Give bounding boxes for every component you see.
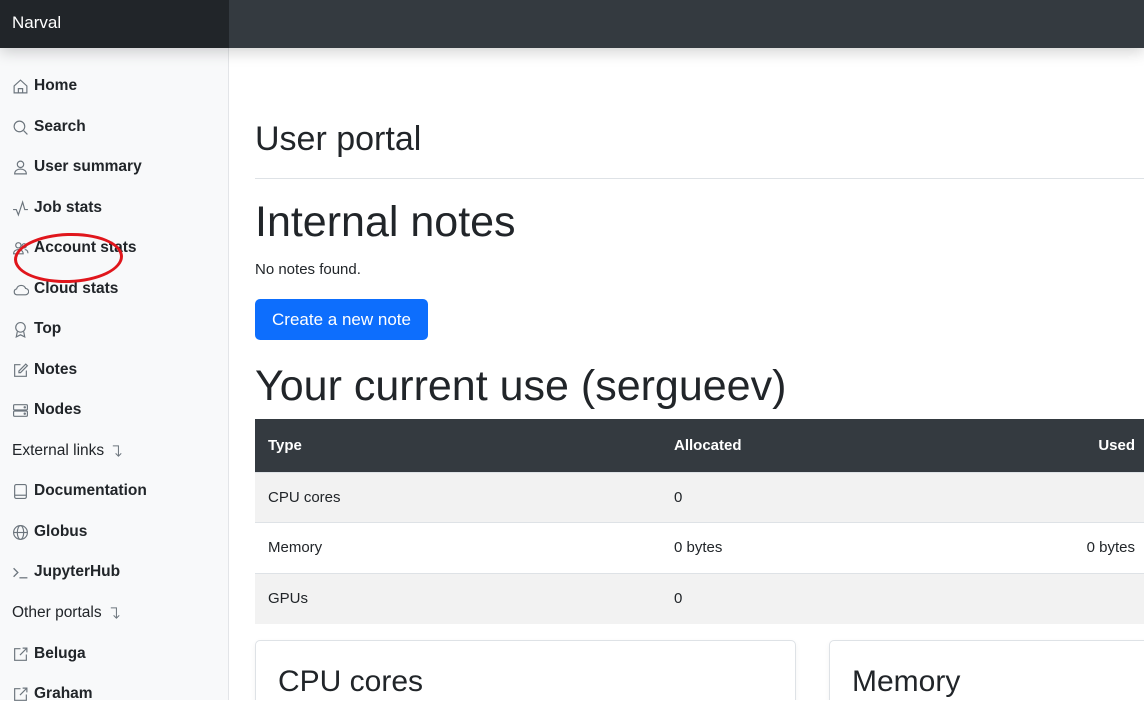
card-title: CPU cores: [278, 665, 424, 698]
table-cell: 0 bytes: [661, 522, 1051, 573]
sidebar-item-label: Beluga: [34, 645, 86, 662]
sidebar-item-beluga[interactable]: Beluga: [12, 642, 86, 666]
globe-icon: [13, 524, 28, 540]
sidebar-item-documentation[interactable]: Documentation: [12, 479, 147, 503]
column-header-used: Used: [1051, 419, 1144, 472]
sidebar-item-user-summary[interactable]: User summary: [12, 155, 142, 179]
table-cell: CPU cores: [255, 471, 661, 523]
sidebar: Home Search User summary Job stats Accou…: [0, 48, 229, 702]
sidebar-item-label: Notes: [34, 361, 78, 378]
table-cell: [1051, 471, 1144, 523]
sidebar-item-label: User summary: [34, 158, 142, 175]
sidebar-item-globus[interactable]: Globus: [12, 520, 87, 544]
table-row: GPUs 0: [255, 572, 1144, 624]
sidebar-item-search[interactable]: Search: [12, 115, 86, 139]
sidebar-item-jupyterhub[interactable]: JupyterHub: [12, 560, 120, 584]
arrow-return-down-icon: [113, 444, 122, 457]
person-icon: [14, 160, 27, 174]
book-icon: [14, 483, 27, 499]
table-row: CPU cores 0: [255, 471, 1144, 523]
sidebar-item-label: Documentation: [34, 482, 147, 499]
external-link-icon: [14, 647, 28, 661]
sidebar-item-graham[interactable]: Graham: [12, 682, 93, 706]
sidebar-item-label: Search: [34, 118, 86, 135]
external-links-heading: External links: [12, 439, 125, 463]
search-icon: [13, 120, 28, 135]
sidebar-item-label: Globus: [34, 523, 88, 540]
sidebar-item-top[interactable]: Top: [12, 317, 61, 341]
table-row: Memory 0 bytes 0 bytes: [255, 522, 1144, 573]
terminal-icon: [13, 567, 28, 578]
usage-table: Type Allocated Used CPU cores 0 Memory 0…: [255, 419, 1144, 624]
sidebar-item-home[interactable]: Home: [12, 74, 77, 98]
arrow-return-down-icon: [110, 606, 120, 619]
table-cell: 0 bytes: [1051, 522, 1144, 573]
activity-icon: [13, 199, 28, 217]
sidebar-item-label: Nodes: [34, 401, 82, 418]
sidebar-item-label: Job stats: [34, 199, 103, 216]
column-header-type: Type: [255, 419, 661, 472]
notes-heading: Internal notes: [255, 198, 516, 246]
top-navbar: Narval: [0, 0, 1144, 48]
sidebar-item-nodes[interactable]: Nodes: [12, 398, 81, 422]
divider: [255, 178, 1144, 179]
sidebar-item-notes[interactable]: Notes: [12, 358, 77, 382]
notes-empty-text: No notes found.: [255, 261, 361, 278]
column-header-allocated: Allocated: [661, 419, 1051, 472]
memory-card: Memory: [829, 640, 1144, 700]
house-icon: [13, 78, 28, 93]
sidebar-item-label: Top: [34, 320, 62, 337]
table-cell: GPUs: [255, 572, 661, 624]
hdd-stack-icon: [13, 403, 28, 417]
main-content: User portal Internal notes No notes foun…: [229, 48, 1144, 700]
sidebar-item-label: Graham: [34, 685, 93, 702]
table-cell: 0: [661, 572, 1051, 624]
usage-heading: Your current use (sergueev): [255, 362, 787, 410]
pencil-square-icon: [14, 362, 29, 377]
cloud-icon: [13, 284, 29, 295]
table-cell: Memory: [255, 522, 661, 573]
other-portals-heading: Other portals: [12, 601, 123, 625]
sidebar-item-label: Cloud stats: [34, 280, 119, 297]
sidebar-item-label: Home: [34, 77, 78, 94]
sidebar-item-label: JupyterHub: [34, 563, 121, 580]
table-header-row: Type Allocated Used: [255, 419, 1144, 472]
table-cell: 0: [661, 471, 1051, 523]
page-title: User portal: [255, 120, 422, 158]
external-links-label: External links: [12, 442, 105, 459]
sidebar-item-job-stats[interactable]: Job stats: [12, 196, 102, 220]
card-title: Memory: [852, 665, 961, 698]
award-icon: [15, 321, 26, 338]
brand-name[interactable]: Narval: [0, 0, 229, 48]
create-note-button[interactable]: Create a new note: [255, 299, 428, 340]
table-cell: [1051, 572, 1144, 624]
cpu-cores-card: CPU cores: [255, 640, 796, 700]
other-portals-label: Other portals: [12, 604, 102, 621]
